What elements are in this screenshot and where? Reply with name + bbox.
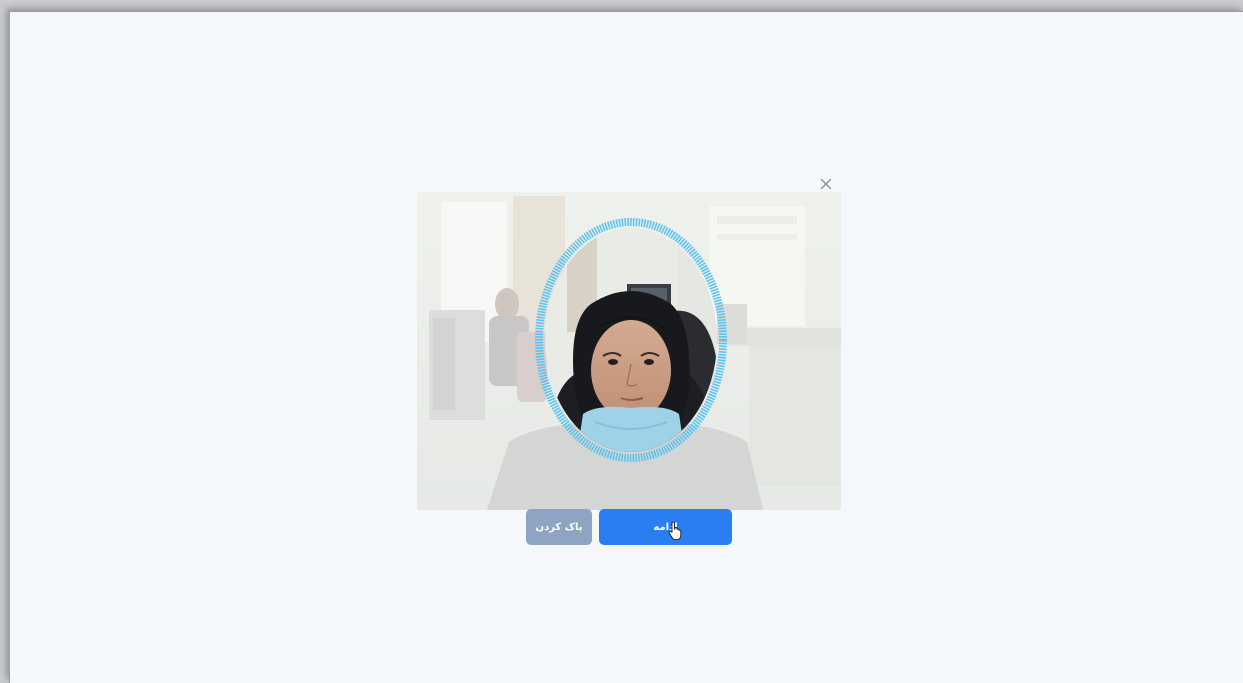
action-buttons: پاک کردن ادامه — [526, 509, 736, 547]
app-window: پاک کردن ادامه — [9, 11, 1243, 683]
close-button[interactable] — [818, 176, 834, 192]
camera-preview — [417, 192, 841, 510]
continue-button[interactable]: ادامه — [599, 509, 732, 545]
clear-button[interactable]: پاک کردن — [526, 509, 592, 545]
camera-feed — [417, 192, 841, 510]
close-icon — [820, 178, 832, 190]
face-capture-dialog: پاک کردن ادامه — [417, 172, 853, 552]
